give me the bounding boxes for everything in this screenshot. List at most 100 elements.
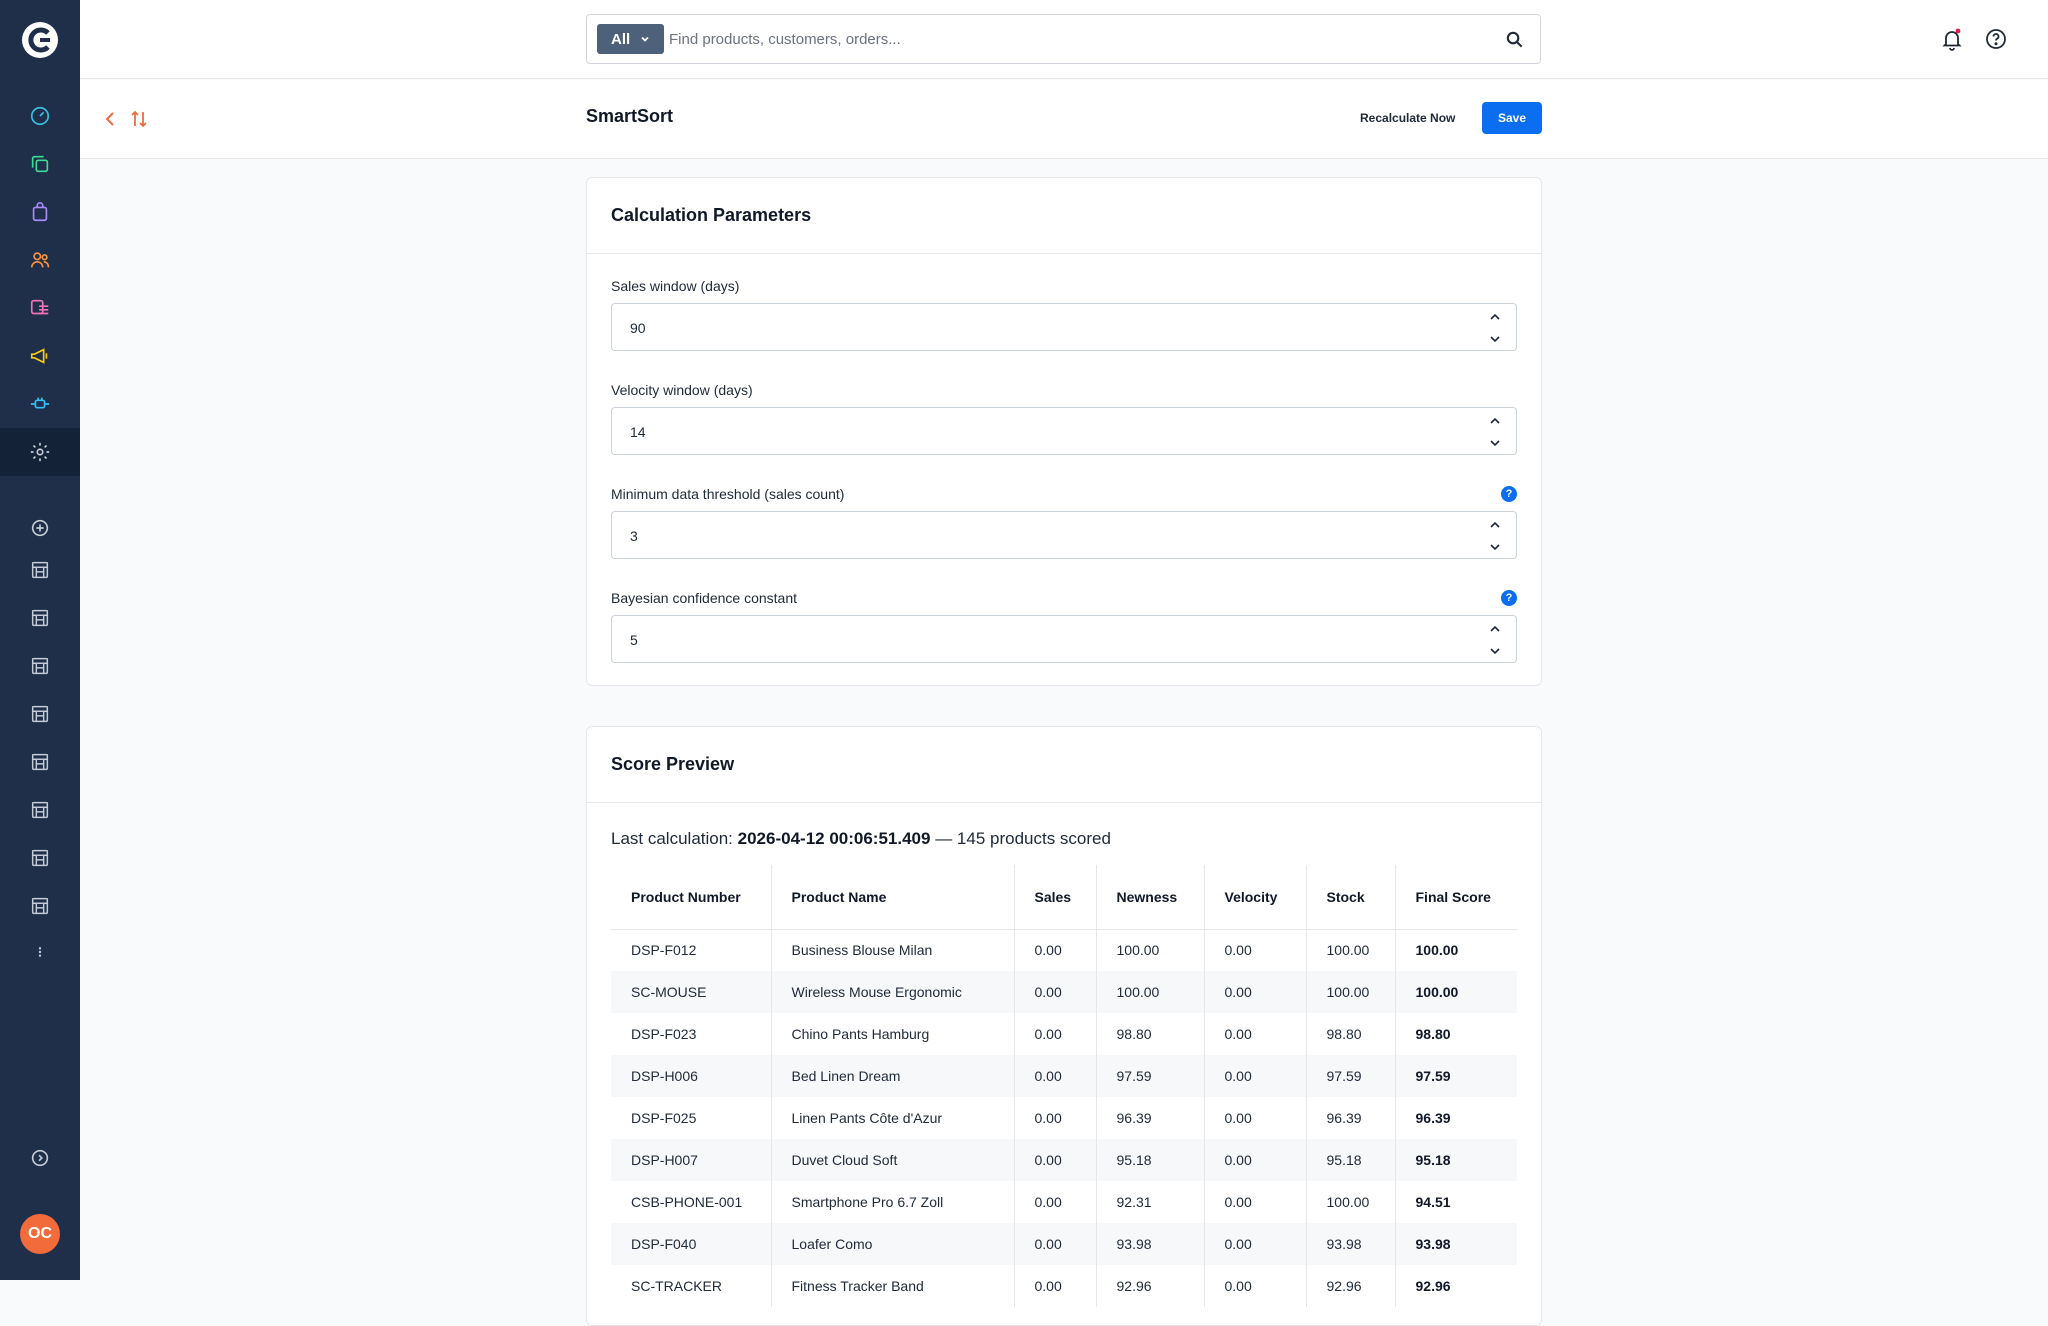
table-row[interactable]: DSP-F040 Loafer Como 0.00 93.98 0.00 93.98 93.…	[611, 1223, 1517, 1265]
table-cell: 92.96	[1394, 1265, 1517, 1307]
sidebar-sales-channel-8[interactable]	[0, 882, 80, 930]
shopping-bag-icon	[32, 202, 48, 222]
help-icon[interactable]	[1984, 27, 2008, 51]
minimum-data-threshold-input[interactable]	[628, 524, 1428, 548]
table-cell: 0.00	[1013, 1055, 1096, 1097]
table-cell: 0.00	[1203, 929, 1306, 971]
help-icon[interactable]: ?	[1501, 486, 1517, 502]
sidebar-sales-channel-4[interactable]	[0, 690, 80, 738]
sales-window-field	[611, 303, 1517, 351]
sidebar-sales-channel-1[interactable]	[0, 546, 80, 594]
sidebar-sales-channel-5[interactable]	[0, 738, 80, 786]
search-input[interactable]	[667, 21, 1467, 57]
page-title: SmartSort	[586, 106, 674, 126]
table-cell: 0.00	[1013, 1223, 1096, 1265]
table-cell: 97.59	[1095, 1055, 1204, 1097]
sidebar-sales-channel-2[interactable]	[0, 594, 80, 642]
table-cell: 96.39	[1095, 1097, 1204, 1139]
sidebar-item-marketing[interactable]	[0, 332, 80, 380]
sidebar-item-orders[interactable]	[0, 188, 80, 236]
back-arrow-icon[interactable]	[100, 108, 122, 130]
page-header: SmartSort Recalculate Now Save	[80, 80, 2048, 159]
chevron-down-icon[interactable]	[1488, 644, 1502, 658]
column-header[interactable]: Stock	[1305, 865, 1395, 930]
chevron-up-icon[interactable]	[1488, 414, 1502, 428]
table-cell: 92.31	[1095, 1181, 1204, 1223]
table-cell: 0.00	[1013, 971, 1096, 1013]
chevron-down-icon[interactable]	[1488, 436, 1502, 450]
sidebar-item-extensions[interactable]	[0, 380, 80, 428]
sidebar-sales-channel-7[interactable]	[0, 834, 80, 882]
column-header[interactable]: Product Name	[770, 865, 1014, 930]
table-cell: CSB-PHONE-001	[631, 1194, 743, 1210]
bayesian-constant-field	[611, 615, 1517, 663]
storefront-icon	[31, 657, 49, 675]
velocity-window-stepper	[1488, 414, 1502, 450]
sales-window-stepper	[1488, 310, 1502, 346]
bell-icon[interactable]	[1940, 27, 1964, 51]
search-type-select[interactable]: All	[597, 24, 665, 54]
column-header[interactable]: Velocity	[1203, 865, 1306, 930]
velocity-window-input[interactable]	[628, 420, 1428, 444]
sidebar-expand[interactable]	[0, 1134, 80, 1182]
score-preview-table: Product Number Product Name Sales Newnes…	[611, 865, 1517, 1307]
column-header[interactable]: Newness	[1095, 865, 1204, 930]
table-row[interactable]: DSP-F025 Linen Pants Côte d'Azur 0.00 96.39…	[611, 1097, 1517, 1139]
table-row[interactable]: DSP-H007 Duvet Cloud Soft 0.00 95.18 0.00 95.…	[611, 1139, 1517, 1181]
global-search: All	[586, 14, 1541, 64]
table-row[interactable]: DSP-H006 Bed Linen Dream 0.00 97.59 0.00 97.5…	[611, 1055, 1517, 1097]
sidebar-add-sales-channel[interactable]	[0, 504, 80, 552]
table-cell: 0.00	[1013, 929, 1096, 971]
sort-icon[interactable]	[128, 108, 150, 130]
table-cell: DSP-F025	[631, 1110, 697, 1126]
app-logo-icon[interactable]	[20, 20, 60, 60]
table-cell: 0.00	[1013, 1097, 1096, 1139]
storefront-icon	[31, 849, 49, 867]
column-header[interactable]: Product Number	[611, 865, 771, 930]
sidebar-item-dashboard[interactable]	[0, 92, 80, 140]
recalculate-now-button[interactable]: Recalculate Now	[1350, 102, 1465, 134]
table-cell: Bed Linen Dream	[770, 1055, 1014, 1097]
sidebar-item-customers[interactable]	[0, 236, 80, 284]
table-body: DSP-F012 Business Blouse Milan 0.00 100.00 0…	[611, 929, 1517, 1307]
sidebar-sales-channel-6[interactable]	[0, 786, 80, 834]
table-row[interactable]: DSP-F012 Business Blouse Milan 0.00 100.00 0…	[611, 929, 1517, 971]
gauge-icon	[30, 106, 50, 126]
chevron-up-icon[interactable]	[1488, 518, 1502, 532]
sidebar-item-settings[interactable]	[0, 428, 80, 476]
table-cell: 0.00	[1013, 1181, 1096, 1223]
table-row[interactable]: SC-MOUSE Wireless Mouse Ergonomic 0.00 100.…	[611, 971, 1517, 1013]
chevron-right-circle-icon	[31, 1149, 49, 1167]
score-preview-card: Score Preview Last calculation: 2026-04-…	[586, 726, 1542, 1326]
table-row[interactable]: CSB-PHONE-001 Smartphone Pro 6.7 Zoll 0.00…	[611, 1181, 1517, 1223]
chevron-up-icon[interactable]	[1488, 622, 1502, 636]
avatar[interactable]: OC	[20, 1214, 60, 1254]
content-list-icon	[30, 299, 49, 315]
storefront-icon	[31, 753, 49, 771]
sidebar-item-content[interactable]	[0, 284, 80, 332]
table-cell: 100.00	[1394, 971, 1517, 1013]
table-row[interactable]: DSP-F023 Chino Pants Hamburg 0.00 98.80 0.00…	[611, 1013, 1517, 1055]
bayesian-constant-input[interactable]	[628, 628, 1428, 652]
help-icon[interactable]: ?	[1501, 590, 1517, 606]
megaphone-icon	[30, 348, 48, 364]
table-cell: 92.96	[1095, 1265, 1204, 1307]
table-cell: 100.00	[1095, 971, 1204, 1013]
table-cell: 0.00	[1203, 1097, 1306, 1139]
table-cell: 0.00	[1203, 1055, 1306, 1097]
sidebar-more[interactable]	[0, 928, 80, 976]
save-button[interactable]: Save	[1482, 102, 1542, 134]
chevron-down-icon[interactable]	[1488, 540, 1502, 554]
search-icon[interactable]	[1505, 30, 1524, 49]
table-cell: 95.18	[1095, 1139, 1204, 1181]
sales-window-input[interactable]	[628, 316, 1428, 340]
sidebar-sales-channel-3[interactable]	[0, 642, 80, 690]
table-cell: Smartphone Pro 6.7 Zoll	[770, 1181, 1014, 1223]
chevron-down-icon[interactable]	[1488, 332, 1502, 346]
table-row[interactable]: SC-TRACKER Fitness Tracker Band 0.00 92.96 0…	[611, 1265, 1517, 1307]
sidebar-item-catalogues[interactable]	[0, 140, 80, 188]
minimum-data-threshold-stepper	[1488, 518, 1502, 554]
column-header[interactable]: Sales	[1013, 865, 1096, 930]
chevron-up-icon[interactable]	[1488, 310, 1502, 324]
column-header[interactable]: Final Score	[1394, 865, 1517, 930]
